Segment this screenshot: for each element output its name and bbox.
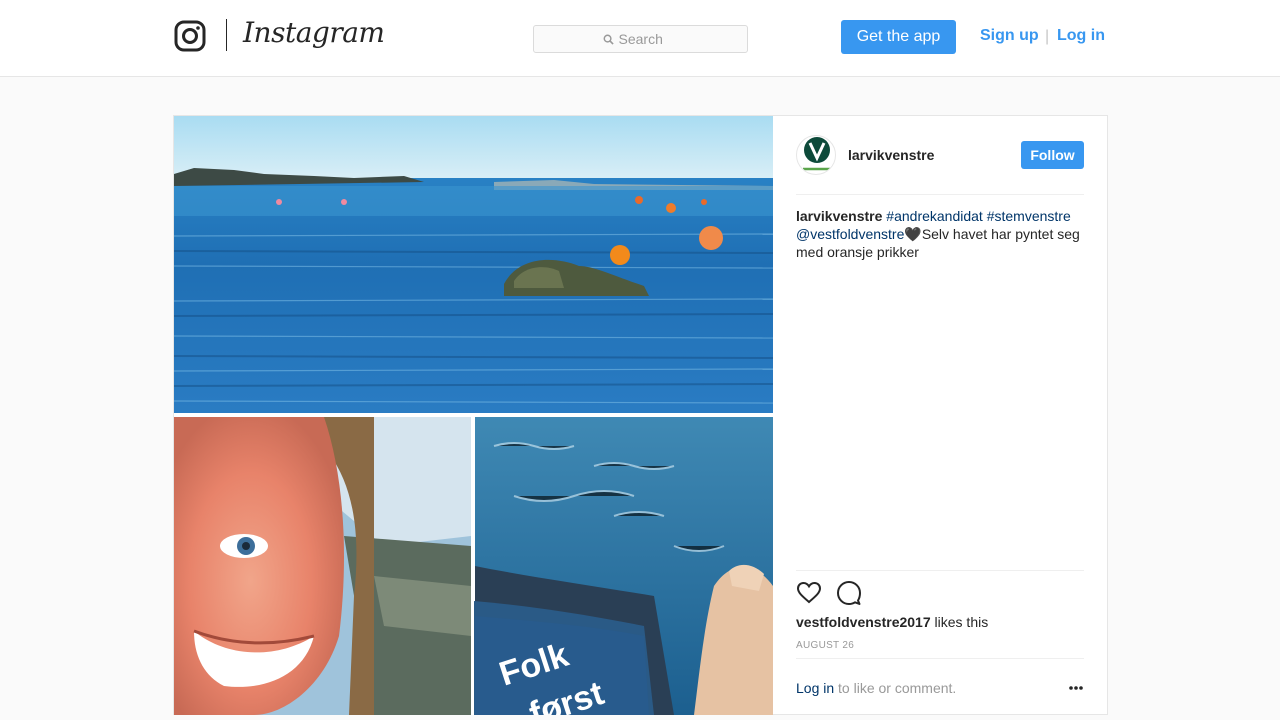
heart-icon[interactable]: [796, 580, 822, 606]
log-in-prompt-link[interactable]: Log in: [796, 680, 834, 696]
post-card: Folk først larvikvenstre Follow larvikve…: [173, 115, 1108, 715]
search-icon: [603, 34, 614, 45]
logo-divider: [226, 19, 227, 51]
instagram-wordmark[interactable]: Instagram: [243, 16, 385, 49]
log-in-link[interactable]: Log in: [1057, 27, 1105, 45]
get-app-button[interactable]: Get the app: [841, 20, 956, 54]
divider: [796, 194, 1084, 195]
top-nav: Instagram Get the app Sign up | Log in: [0, 0, 1280, 77]
more-options-icon[interactable]: [1068, 682, 1084, 694]
post-photo[interactable]: Folk først: [174, 116, 773, 715]
liker-username[interactable]: vestfoldvenstre2017: [796, 614, 931, 630]
login-prompt: Log in to like or comment.: [796, 680, 956, 696]
sea-panel: [174, 116, 773, 413]
post-date[interactable]: AUGUST 26: [796, 640, 854, 651]
post-header: larvikvenstre Follow: [796, 135, 1084, 175]
search-box[interactable]: [533, 25, 748, 53]
post-sidebar: larvikvenstre Follow larvikvenstre #andr…: [796, 116, 1084, 715]
nav-separator: |: [1045, 28, 1050, 45]
divider: [796, 658, 1084, 659]
legs-panel: Folk først: [474, 417, 773, 715]
divider: [796, 570, 1084, 571]
selfie-panel: [174, 417, 471, 715]
likes-suffix: likes this: [930, 614, 989, 630]
instagram-camera-icon[interactable]: [174, 20, 206, 52]
hashtag-link[interactable]: #stemvenstre: [987, 208, 1071, 224]
hashtag-link[interactable]: #andrekandidat: [886, 208, 983, 224]
caption-username[interactable]: larvikvenstre: [796, 208, 882, 224]
follow-button[interactable]: Follow: [1021, 141, 1084, 169]
mention-link[interactable]: @vestfoldvenstre: [796, 226, 904, 242]
post-username[interactable]: larvikvenstre: [848, 147, 934, 163]
search-input[interactable]: [618, 31, 679, 47]
heart-emoji: 🖤: [904, 226, 922, 242]
avatar[interactable]: [796, 135, 836, 175]
login-prompt-text: to like or comment.: [834, 680, 957, 696]
sign-up-link[interactable]: Sign up: [980, 27, 1039, 45]
comment-icon[interactable]: [836, 580, 862, 606]
likes-summary: vestfoldvenstre2017 likes this: [796, 614, 988, 630]
post-caption: larvikvenstre #andrekandidat #stemvenstr…: [796, 207, 1084, 261]
venstre-logo-icon: [801, 137, 833, 172]
